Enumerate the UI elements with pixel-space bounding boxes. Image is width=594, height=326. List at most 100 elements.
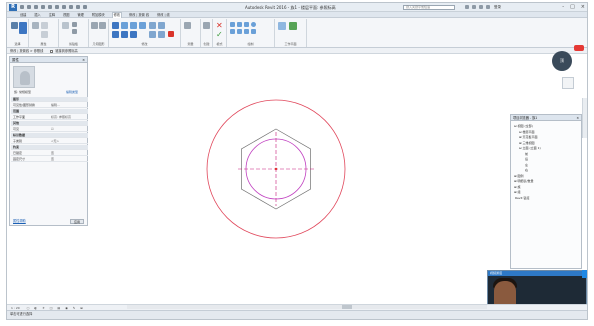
tree-toggle-icon[interactable]: ⊞ (514, 185, 517, 189)
tab-view[interactable]: 视图 (62, 12, 70, 17)
tab-insert[interactable]: 插入 (33, 12, 41, 17)
cut-geometry-icon[interactable] (99, 22, 106, 29)
navigation-wheel-icon[interactable] (562, 77, 574, 89)
pick-lines-icon[interactable] (251, 29, 256, 34)
offset-icon[interactable] (121, 22, 128, 29)
polygon-icon[interactable] (244, 22, 249, 27)
tree-toggle-icon[interactable]: ⊞ (514, 190, 517, 194)
edit-type-button[interactable]: 编辑类型 (66, 90, 78, 94)
horizontal-scrollbar[interactable] (127, 305, 487, 309)
browser-node[interactable]: 左 (524, 163, 528, 167)
property-value[interactable]: 否 (49, 157, 88, 161)
set-work-plane-icon[interactable] (278, 22, 286, 30)
tab-modify-line[interactable]: 修改 | 线 (156, 12, 171, 17)
link-checkbox[interactable] (50, 49, 54, 53)
tree-toggle-icon[interactable]: ⊟ (514, 124, 517, 128)
line-icon[interactable] (230, 22, 235, 27)
cut-icon[interactable] (72, 22, 77, 27)
browser-node[interactable]: 后 (524, 157, 528, 161)
array-icon[interactable] (149, 31, 156, 38)
trim-icon[interactable] (149, 22, 156, 29)
scrollbar-thumb[interactable] (342, 305, 352, 309)
ellipse-icon[interactable] (244, 29, 249, 34)
property-row[interactable]: 可见 ☑ (11, 127, 88, 132)
properties-close-button[interactable]: × (82, 57, 85, 63)
browser-node[interactable]: Revit 链接 (514, 196, 530, 200)
text-icon[interactable] (62, 5, 66, 9)
browser-node[interactable]: ⊞明细表/数量 (514, 179, 534, 183)
save-icon[interactable] (27, 5, 31, 9)
spline-icon[interactable] (237, 29, 242, 34)
family-category-icon[interactable] (41, 31, 48, 38)
property-row[interactable]: 子类别 <无> (11, 139, 88, 144)
split-icon[interactable] (158, 22, 165, 29)
properties-section-header[interactable]: 范围 (11, 109, 88, 114)
property-value[interactable]: <无> (49, 139, 88, 143)
browser-node[interactable]: 前 (524, 152, 528, 156)
properties-section-header[interactable]: 标识数据 (11, 133, 88, 138)
align-icon[interactable] (112, 22, 119, 29)
sign-in-button[interactable]: 登录 (494, 5, 501, 10)
rotate-icon[interactable] (130, 31, 137, 38)
tree-toggle-icon[interactable]: ⊞ (519, 135, 522, 139)
open-icon[interactable] (20, 5, 24, 9)
browser-node[interactable]: ⊞族 (514, 185, 521, 189)
apply-button[interactable]: 应用 (70, 219, 84, 224)
properties-icon[interactable] (19, 22, 27, 34)
tree-toggle-icon[interactable]: ⊞ (514, 179, 517, 183)
browser-node[interactable]: ⊞组 (514, 190, 521, 194)
print-icon[interactable] (48, 5, 52, 9)
mirror-draw-icon[interactable] (139, 22, 146, 29)
measure-tool-icon[interactable] (184, 22, 191, 29)
search-input[interactable]: 键入关键字或短语 (403, 5, 455, 10)
tree-toggle-icon[interactable]: ⊞ (519, 141, 522, 145)
move-icon[interactable] (112, 31, 119, 38)
app-logo-icon[interactable]: R (9, 4, 17, 11)
binoculars-icon[interactable] (465, 5, 469, 9)
browser-node[interactable]: ⊞天花板平面 (519, 135, 538, 139)
project-browser-close-button[interactable]: × (576, 115, 579, 121)
property-row[interactable]: 固定尺寸 否 (11, 157, 88, 162)
delete-icon[interactable] (168, 31, 174, 37)
family-types-icon[interactable] (41, 22, 48, 29)
notification-badge[interactable] (574, 45, 584, 51)
tab-addins[interactable]: 附加模块 (91, 12, 106, 17)
browser-node[interactable]: ⊟楼层平面 (519, 130, 535, 134)
modify-icon[interactable] (11, 22, 18, 29)
close-button[interactable]: × (581, 4, 585, 10)
browser-node[interactable]: ⊞图例 (514, 174, 524, 178)
property-value[interactable]: 编辑... (49, 103, 88, 107)
property-value[interactable]: 否 (49, 151, 88, 155)
copy-element-icon[interactable] (121, 31, 128, 38)
subscription-icon[interactable] (472, 5, 476, 9)
favorites-icon[interactable] (486, 5, 490, 9)
measure-icon[interactable] (55, 5, 59, 9)
paste-icon[interactable] (62, 22, 69, 29)
finish-icon[interactable]: ✓ (216, 31, 223, 39)
section-icon[interactable] (76, 5, 80, 9)
3d-view-icon[interactable] (69, 5, 73, 9)
redo-icon[interactable] (41, 5, 45, 9)
properties-help-link[interactable]: 属性帮助 (13, 218, 26, 223)
tab-manage[interactable]: 管理 (77, 12, 85, 17)
tab-create[interactable]: 创建 (19, 12, 27, 17)
type-properties-icon[interactable] (32, 22, 39, 29)
arc-icon[interactable] (230, 29, 235, 34)
type-selector-label[interactable]: 族: 常规模型 (14, 90, 31, 94)
navigation-bar[interactable] (582, 98, 587, 138)
communication-icon[interactable] (479, 5, 483, 9)
property-value[interactable]: ☑ (49, 127, 88, 131)
tree-toggle-icon[interactable]: ⊟ (519, 146, 522, 150)
property-row[interactable]: 已锁定 否 (11, 151, 88, 156)
browser-node[interactable]: 右 (524, 168, 528, 172)
browser-node[interactable]: ⊟立面 (立面 1) (519, 146, 541, 150)
thin-lines-icon[interactable] (83, 5, 87, 9)
tab-annotate[interactable]: 注释 (48, 12, 56, 17)
rectangle-icon[interactable] (237, 22, 242, 27)
undo-icon[interactable] (34, 5, 38, 9)
tab-modify[interactable]: 修改 (111, 11, 122, 18)
join-icon[interactable] (91, 22, 98, 29)
scale-icon[interactable] (158, 31, 165, 38)
browser-node[interactable]: ⊟视图 (全部) (514, 124, 533, 128)
property-value[interactable]: 标高: 参照标高 (49, 115, 88, 119)
